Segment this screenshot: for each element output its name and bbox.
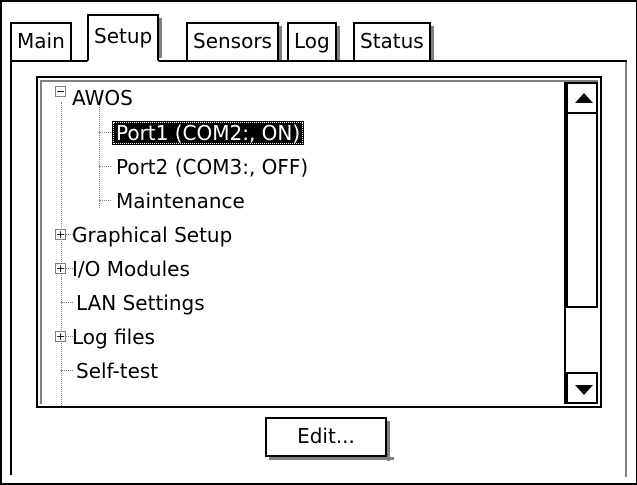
button-shadow xyxy=(387,421,390,461)
tree-item-lan-settings[interactable]: LAN Settings xyxy=(76,286,205,320)
tree-item-self-test[interactable]: Self-test xyxy=(76,354,158,388)
tab-log[interactable]: Log xyxy=(287,22,340,60)
scroll-up-button[interactable] xyxy=(566,82,598,114)
tree-item-awos[interactable]: AWOS xyxy=(72,81,133,115)
tab-label: Sensors xyxy=(193,29,272,53)
tree-connector xyxy=(99,200,111,201)
tree-item-label: Port2 (COM3:, OFF) xyxy=(116,155,309,179)
tab-label: Main xyxy=(17,29,65,53)
setup-tree-view[interactable]: − AWOS Port1 (COM2:, ON) Port2 (COM3:, O… xyxy=(36,76,602,408)
expander-glyph: − xyxy=(56,85,66,98)
expand-icon[interactable]: + xyxy=(55,331,66,342)
vertical-scrollbar[interactable] xyxy=(564,82,598,404)
tree-item-label: Log files xyxy=(72,325,155,349)
tree-item-label: Graphical Setup xyxy=(72,223,233,247)
tree-item-label: Port1 (COM2:, ON) xyxy=(112,121,305,145)
setup-panel: − AWOS Port1 (COM2:, ON) Port2 (COM3:, O… xyxy=(10,60,627,477)
tree-item-port2[interactable]: Port2 (COM3:, OFF) xyxy=(116,150,308,184)
tab-sensors[interactable]: Sensors xyxy=(186,22,282,60)
tab-label: Setup xyxy=(94,24,153,48)
expand-icon[interactable]: + xyxy=(55,263,66,274)
collapse-icon[interactable]: − xyxy=(55,86,66,97)
scroll-thumb[interactable] xyxy=(566,112,598,308)
edit-button-label: Edit... xyxy=(297,424,355,448)
scroll-down-button[interactable] xyxy=(566,372,598,404)
tree-connector xyxy=(61,302,73,303)
tree-item-port1[interactable]: Port1 (COM2:, ON) xyxy=(112,116,305,150)
arrow-down-icon xyxy=(575,385,593,395)
tree-item-label: AWOS xyxy=(72,86,133,110)
arrow-up-icon xyxy=(575,93,593,103)
tree-item-label: Maintenance xyxy=(116,189,245,213)
tab-label: Log xyxy=(294,29,330,53)
expand-icon[interactable]: + xyxy=(55,229,66,240)
tree-item-label: LAN Settings xyxy=(76,291,205,315)
tree-item-log-files[interactable]: Log files xyxy=(72,320,155,354)
panel-shadow xyxy=(625,62,627,477)
tab-label: Status xyxy=(360,29,424,53)
expander-glyph: + xyxy=(56,330,66,343)
edit-button[interactable]: Edit... xyxy=(265,417,394,461)
tree-item-label: Self-test xyxy=(76,359,159,383)
tree-connector xyxy=(99,104,100,208)
tree-connector xyxy=(61,370,73,371)
tree-item-maintenance[interactable]: Maintenance xyxy=(116,184,245,218)
button-shadow xyxy=(269,457,394,460)
expander-glyph: + xyxy=(56,262,66,275)
tab-main[interactable]: Main xyxy=(10,22,72,60)
tree-item-label: I/O Modules xyxy=(72,257,190,281)
expander-glyph: + xyxy=(56,228,66,241)
tree-connector xyxy=(99,132,111,133)
tab-setup[interactable]: Setup xyxy=(87,14,163,62)
tree-item-io-modules[interactable]: I/O Modules xyxy=(72,252,190,286)
tree-content: − AWOS Port1 (COM2:, ON) Port2 (COM3:, O… xyxy=(40,80,598,406)
tree-connector xyxy=(99,166,111,167)
tree-item-graphical-setup[interactable]: Graphical Setup xyxy=(72,218,232,252)
tree-connector xyxy=(61,102,62,406)
tab-status[interactable]: Status xyxy=(353,22,434,60)
